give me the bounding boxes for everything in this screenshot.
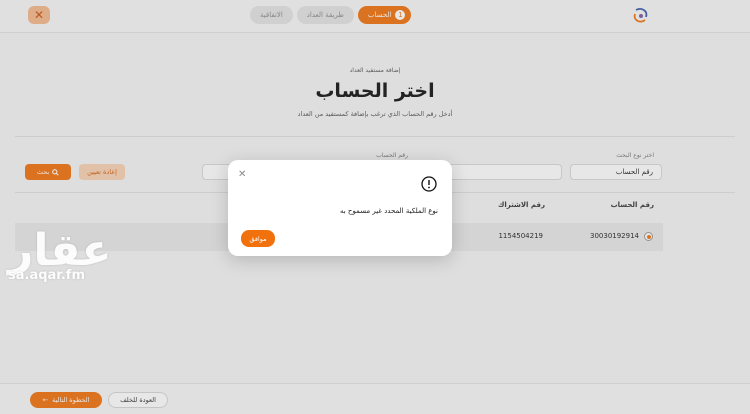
close-icon: ✕ <box>238 169 247 180</box>
warning-icon <box>421 176 437 192</box>
alert-modal: ✕ نوع الملكية المحدد غير مسموح به موافق <box>228 160 452 256</box>
watermark: عقار sa.aqar.fm <box>8 225 128 310</box>
modal-close-button[interactable]: ✕ <box>238 169 246 180</box>
ok-label: موافق <box>249 234 267 243</box>
modal-message: نوع الملكية المحدد غير مسموح به <box>340 207 438 215</box>
ok-button[interactable]: موافق <box>241 230 275 247</box>
page: ✕ 1 الحساب طريقة العداد الاتفاقية إضافة … <box>0 0 750 414</box>
